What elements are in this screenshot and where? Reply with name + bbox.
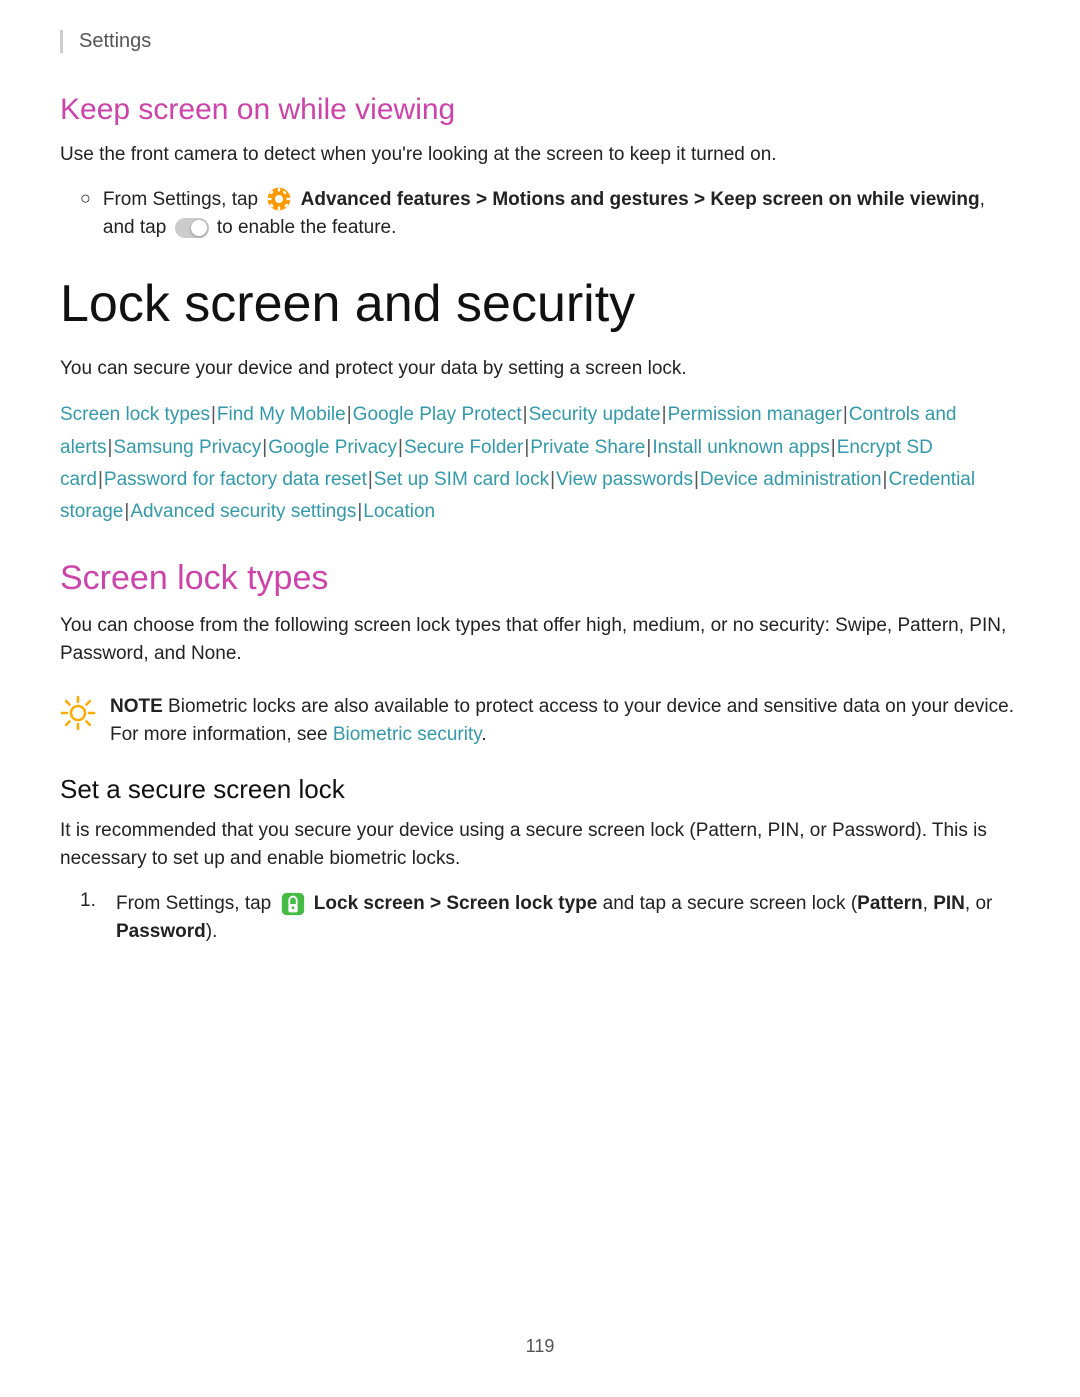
note-biometric-link[interactable]: Biometric security [333,724,482,745]
keep-screen-bullet: ○ From Settings, tap Advanced features [80,186,1020,243]
step-1-text: From Settings, tap Lock screen > Screen … [116,890,1020,947]
bullet-icon: ○ [80,188,91,209]
step-number: 1. [80,890,106,912]
keep-screen-body: Use the front camera to detect when you'… [60,141,1020,170]
link-sim-card-lock[interactable]: Set up SIM card lock [374,469,549,490]
page-container: Settings Keep screen on while viewing Us… [0,0,1080,1397]
bullet-text: From Settings, tap Advanced features > M… [103,186,1020,243]
link-permission-manager[interactable]: Permission manager [668,404,842,425]
secure-lock-title: Set a secure screen lock [60,774,1020,805]
note-label: NOTE [110,696,163,717]
link-google-play-protect[interactable]: Google Play Protect [353,404,522,425]
secure-lock-body: It is recommended that you secure your d… [60,817,1020,874]
link-screen-lock-types[interactable]: Screen lock types [60,404,210,425]
step-1: 1. From Settings, tap Lock screen > Scre… [80,890,1020,947]
lock-screen-icon [280,891,306,917]
keep-screen-title: Keep screen on while viewing [60,93,1020,127]
page-number: 119 [0,1336,1080,1357]
step1-bold2: Pattern [857,893,922,914]
link-security-update[interactable]: Security update [529,404,661,425]
screen-lock-types-title: Screen lock types [60,559,1020,598]
link-google-privacy[interactable]: Google Privacy [268,437,397,458]
link-secure-folder[interactable]: Secure Folder [404,437,523,458]
breadcrumb-text: Settings [79,30,151,52]
links-paragraph: Screen lock types|Find My Mobile|Google … [60,399,1020,528]
step1-bold4: Password [116,921,206,942]
main-heading: Lock screen and security [60,273,1020,335]
link-advanced-security[interactable]: Advanced security settings [130,501,356,522]
link-password-factory[interactable]: Password for factory data reset [104,469,367,490]
settings-gear-icon [266,186,292,212]
link-location[interactable]: Location [363,501,435,522]
link-find-my-mobile[interactable]: Find My Mobile [217,404,346,425]
link-view-passwords[interactable]: View passwords [556,469,693,490]
bullet-bold-text: Advanced features > Motions and gestures… [301,189,980,210]
note-sun-icon [60,695,96,731]
note-box: NOTE Biometric locks are also available … [60,693,1020,750]
step1-bold: Lock screen > Screen lock type [314,893,598,914]
note-text: NOTE Biometric locks are also available … [110,693,1020,750]
link-samsung-privacy[interactable]: Samsung Privacy [113,437,261,458]
link-private-share[interactable]: Private Share [530,437,645,458]
lock-screen-intro: You can secure your device and protect y… [60,355,1020,384]
link-device-admin[interactable]: Device administration [700,469,882,490]
link-install-unknown-apps[interactable]: Install unknown apps [652,437,829,458]
screen-lock-types-body: You can choose from the following screen… [60,612,1020,669]
toggle-switch-icon [175,218,209,238]
step1-bold3: PIN [933,893,965,914]
breadcrumb: Settings [60,30,1020,53]
